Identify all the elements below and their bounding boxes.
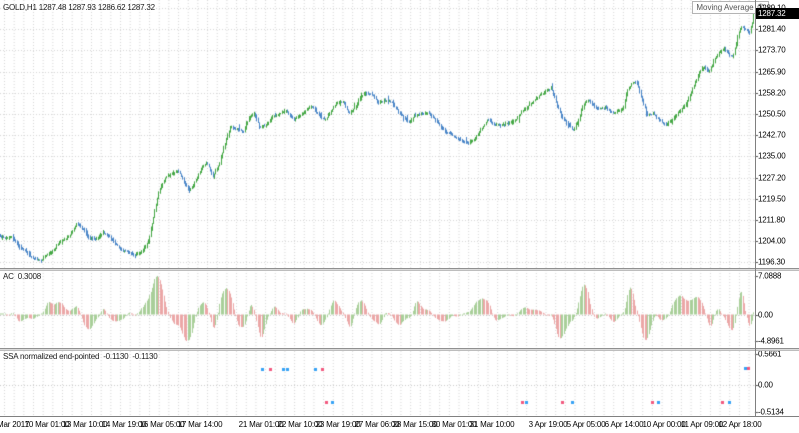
price-axis-label: 1196.30 [758, 258, 785, 267]
price-axis-label: 1227.20 [758, 173, 786, 182]
ac-indicator-name: AC [3, 272, 14, 281]
ac-indicator-value: 0.3008 [18, 272, 41, 281]
ssa-indicator-name: SSA normalized end-pointed [3, 352, 99, 361]
price-axis-label: 1258.20 [758, 88, 786, 97]
ac-axis-label: -4.8961 [758, 337, 784, 346]
time-axis-label: 10 Apr 00:00 [643, 420, 686, 429]
ssa-indicator-value-1: -0.1130 [103, 352, 128, 361]
price-chart-canvas[interactable] [0, 0, 799, 433]
time-axis-label: 11 Apr 09:00 [681, 420, 723, 429]
panel-divider-ssa[interactable] [0, 348, 799, 351]
ac-indicator-label: AC 0.3008 [3, 272, 45, 281]
axis-border-horizontal [0, 416, 799, 417]
moving-average-label: Moving Average [696, 3, 753, 12]
time-axis-label: 12 Apr 18:00 [719, 420, 762, 429]
price-axis-label: 1273.70 [758, 46, 786, 55]
metatrader-chart-window: GOLD,H1 1287.48 1287.93 1286.62 1287.32 … [0, 0, 799, 433]
time-axis-label: 31 Mar 10:00 [470, 420, 515, 429]
ac-axis-label: 7.0888 [758, 272, 781, 281]
axis-border-vertical [755, 0, 756, 416]
price-axis-label: 1242.70 [758, 131, 786, 140]
time-axis-label: 3 Apr 19:00 [529, 420, 568, 429]
price-axis-label: 1235.00 [758, 152, 786, 161]
ssa-indicator-label: SSA normalized end-pointed -0.1130 -0.1130 [3, 352, 161, 361]
panel-divider-ac[interactable] [0, 268, 799, 271]
ssa-indicator-value-2: -0.1130 [132, 352, 157, 361]
price-axis-label: 1281.40 [758, 25, 786, 34]
ac-axis-label: 0.00 [758, 310, 773, 319]
price-axis-label: 1211.80 [758, 215, 785, 224]
price-axis-label: 1219.50 [758, 194, 786, 203]
ssa-axis-label: -0.5134 [758, 407, 784, 416]
price-axis-label: 1250.50 [758, 109, 786, 118]
time-axis-label: 5 Apr 05:00 [567, 420, 606, 429]
ssa-axis-label: 0.00 [758, 381, 773, 390]
price-axis-label: 1265.90 [758, 67, 786, 76]
time-axis-label: 17 Mar 14:00 [178, 420, 223, 429]
current-price-tag: 1287.32 [756, 8, 799, 19]
price-axis-label: 1204.00 [758, 237, 786, 246]
chart-symbol-ohlc-title: GOLD,H1 1287.48 1287.93 1286.62 1287.32 [3, 3, 155, 12]
time-axis-label: 6 Apr 14:00 [605, 420, 644, 429]
